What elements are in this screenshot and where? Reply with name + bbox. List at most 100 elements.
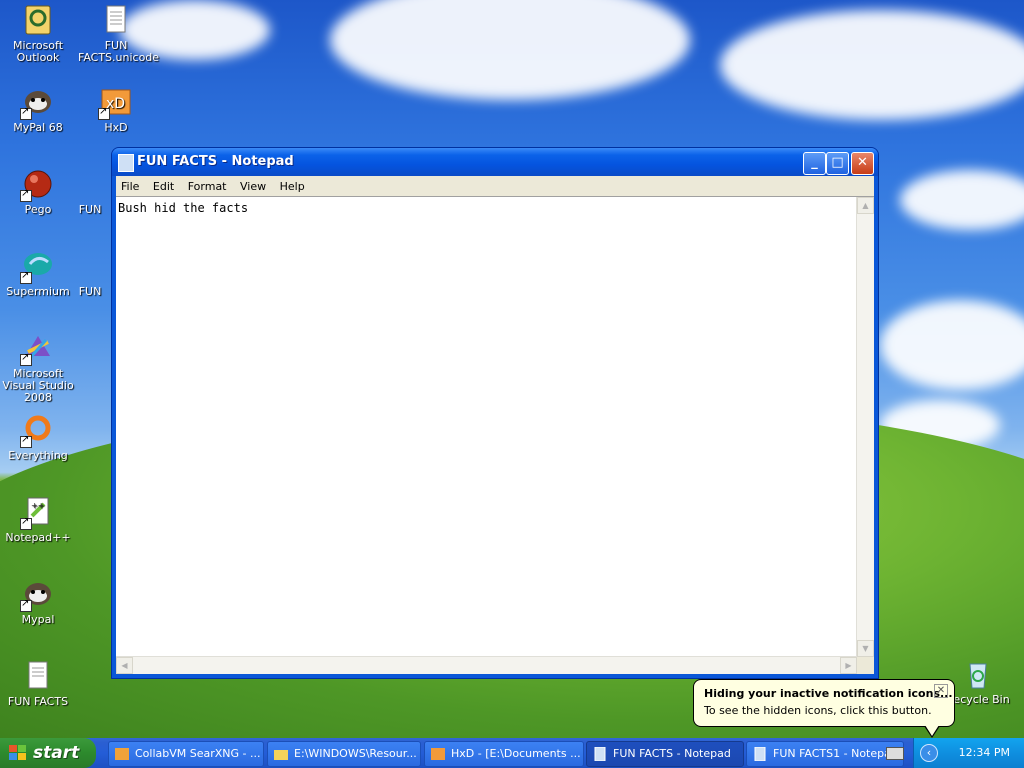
taskbar-button-label: HxD - [E:\Documents ... [451,747,581,760]
balloon-body: To see the hidden icons, click this butt… [704,704,932,717]
desktop-icon-label: Microsoft Outlook [12,39,64,64]
desktop-icon-fun-facts-unicode[interactable]: FUN FACTS.unicode [78,4,160,64]
scroll-right-icon[interactable]: ▶ [840,657,857,674]
desktop-icon-label: FUN [78,285,102,298]
browser-icon [115,747,129,761]
desktop-icon-label: Everything [8,449,68,462]
menu-help[interactable]: Help [275,176,310,193]
notepad-icon [593,746,607,762]
desktop-icon-label: Mypal [21,613,55,626]
visual-studio-icon [20,332,54,366]
text-file-icon [22,660,54,692]
desktop-icon-label: FUN [78,203,102,216]
keyboard-icon[interactable] [886,747,904,760]
menu-edit[interactable]: Edit [148,176,179,193]
search-icon [20,414,54,448]
taskbar-button-hxd[interactable]: HxD - [E:\Documents ... [424,741,584,767]
text-editor[interactable]: Bush hid the facts ▲ ▼ ◀ ▶ [116,196,874,674]
desktop-icon-fun[interactable]: FUN [70,168,110,216]
balloon-title: Hiding your inactive notification icons.… [704,687,953,700]
shortcut-arrow-icon [20,270,32,284]
menu-view[interactable]: View [235,176,271,193]
scroll-up-icon[interactable]: ▲ [857,197,874,214]
shortcut-arrow-icon [20,106,32,120]
desktop-icon-fun-facts[interactable]: FUN FACTS [0,660,76,708]
desktop-icon-label: Supermium [6,285,70,298]
notification-balloon: Hiding your inactive notification icons.… [693,679,955,738]
cloud [900,170,1024,230]
horizontal-scrollbar[interactable]: ◀ ▶ [116,656,857,674]
hex-editor-icon [431,747,445,761]
chevron-left-icon[interactable]: ‹ [920,744,938,762]
shortcut-arrow-icon [20,352,32,366]
notepad-icon [118,154,134,172]
desktop-icon-notepadpp[interactable]: ++ Notepad++ [0,496,76,544]
menu-bar: File Edit Format View Help [116,176,874,196]
editor-content[interactable]: Bush hid the facts [118,201,248,215]
red-ball-icon [20,168,54,202]
vertical-scrollbar[interactable]: ▲ ▼ [856,197,874,657]
text-file-icon [78,250,102,282]
cloud [330,0,690,100]
desktop-icon-fun-2[interactable]: FUN [70,250,110,298]
text-file-icon [78,168,102,200]
taskbar-button-label: E:\WINDOWS\Resour... [294,747,417,760]
outlook-icon [22,4,54,36]
balloon-tail-fill [925,725,939,736]
start-button[interactable]: start [0,738,96,768]
menu-file[interactable]: File [116,176,144,193]
windows-flag-icon [9,745,27,761]
desktop-icon-visual-studio-2008[interactable]: Microsoft Visual Studio 2008 [0,332,76,404]
desktop-icon-supermium[interactable]: Supermium [0,250,76,298]
notepad-window: FUN FACTS - Notepad _ □ ✕ File Edit Form… [111,147,879,679]
svg-text:++: ++ [31,501,44,510]
resize-grip-icon[interactable] [857,657,874,674]
shortcut-arrow-icon [98,106,110,120]
desktop-icon-label: Microsoft Visual Studio 2008 [2,367,74,404]
scroll-down-icon[interactable]: ▼ [857,640,874,657]
balloon-close-button[interactable]: ✕ [934,684,948,698]
taskbar: start CollabVM SearXNG - ... E:\WINDOWS\… [0,738,1024,768]
desktop-icon-hxd[interactable]: xD HxD [78,86,154,134]
clock[interactable]: 12:34 PM [959,746,1010,759]
taskbar-button-windows-folder[interactable]: E:\WINDOWS\Resour... [267,741,421,767]
scroll-left-icon[interactable]: ◀ [116,657,133,674]
taskbar-button-fun-facts-notepad[interactable]: FUN FACTS - Notepad [586,741,744,767]
desktop-icon-outlook[interactable]: Microsoft Outlook [0,4,76,64]
text-file-icon [100,4,132,36]
cloud [720,10,1024,120]
window-titlebar[interactable]: FUN FACTS - Notepad _ □ ✕ [112,148,878,176]
taskbar-button-collabvm[interactable]: CollabVM SearXNG - ... [108,741,264,767]
shortcut-arrow-icon [20,516,32,530]
shortcut-arrow-icon [20,434,32,448]
desktop-icon-label: Pego [24,203,52,216]
close-button[interactable]: ✕ [851,152,874,175]
taskbar-button-label: FUN FACTS1 - Notepad [773,747,898,760]
desktop-icon-pego[interactable]: Pego [0,168,76,216]
minimize-button[interactable]: _ [803,152,826,175]
taskbar-button-label: CollabVM SearXNG - ... [135,747,261,760]
notepad-icon [753,746,767,762]
desktop-icon-label: Notepad++ [5,531,71,544]
supermium-icon [20,250,54,284]
desktop-icon-mypal-68[interactable]: MyPal 68 [0,86,76,134]
taskbar-button-fun-facts1-notepad[interactable]: FUN FACTS1 - Notepad [746,741,904,767]
raccoon-icon [20,86,54,120]
notepadpp-icon: ++ [20,496,54,530]
shortcut-arrow-icon [20,188,32,202]
cloud [880,300,1024,390]
recycle-bin-icon [962,658,994,690]
hex-editor-icon: xD [98,86,132,120]
desktop-icon-label: MyPal 68 [13,121,63,134]
start-label: start [33,743,80,763]
maximize-button[interactable]: □ [826,152,849,175]
desktop-icon-everything[interactable]: Everything [0,414,76,462]
menu-format[interactable]: Format [183,176,232,193]
folder-icon [274,747,288,761]
desktop-icon-label: FUN FACTS.unicode [78,39,160,64]
desktop-icon-mypal[interactable]: Mypal [0,578,76,626]
shortcut-arrow-icon [20,598,32,612]
window-title: FUN FACTS - Notepad [137,154,294,169]
system-tray: ‹ 12:34 PM [886,738,1024,768]
desktop-icon-label: FUN FACTS [7,695,69,708]
